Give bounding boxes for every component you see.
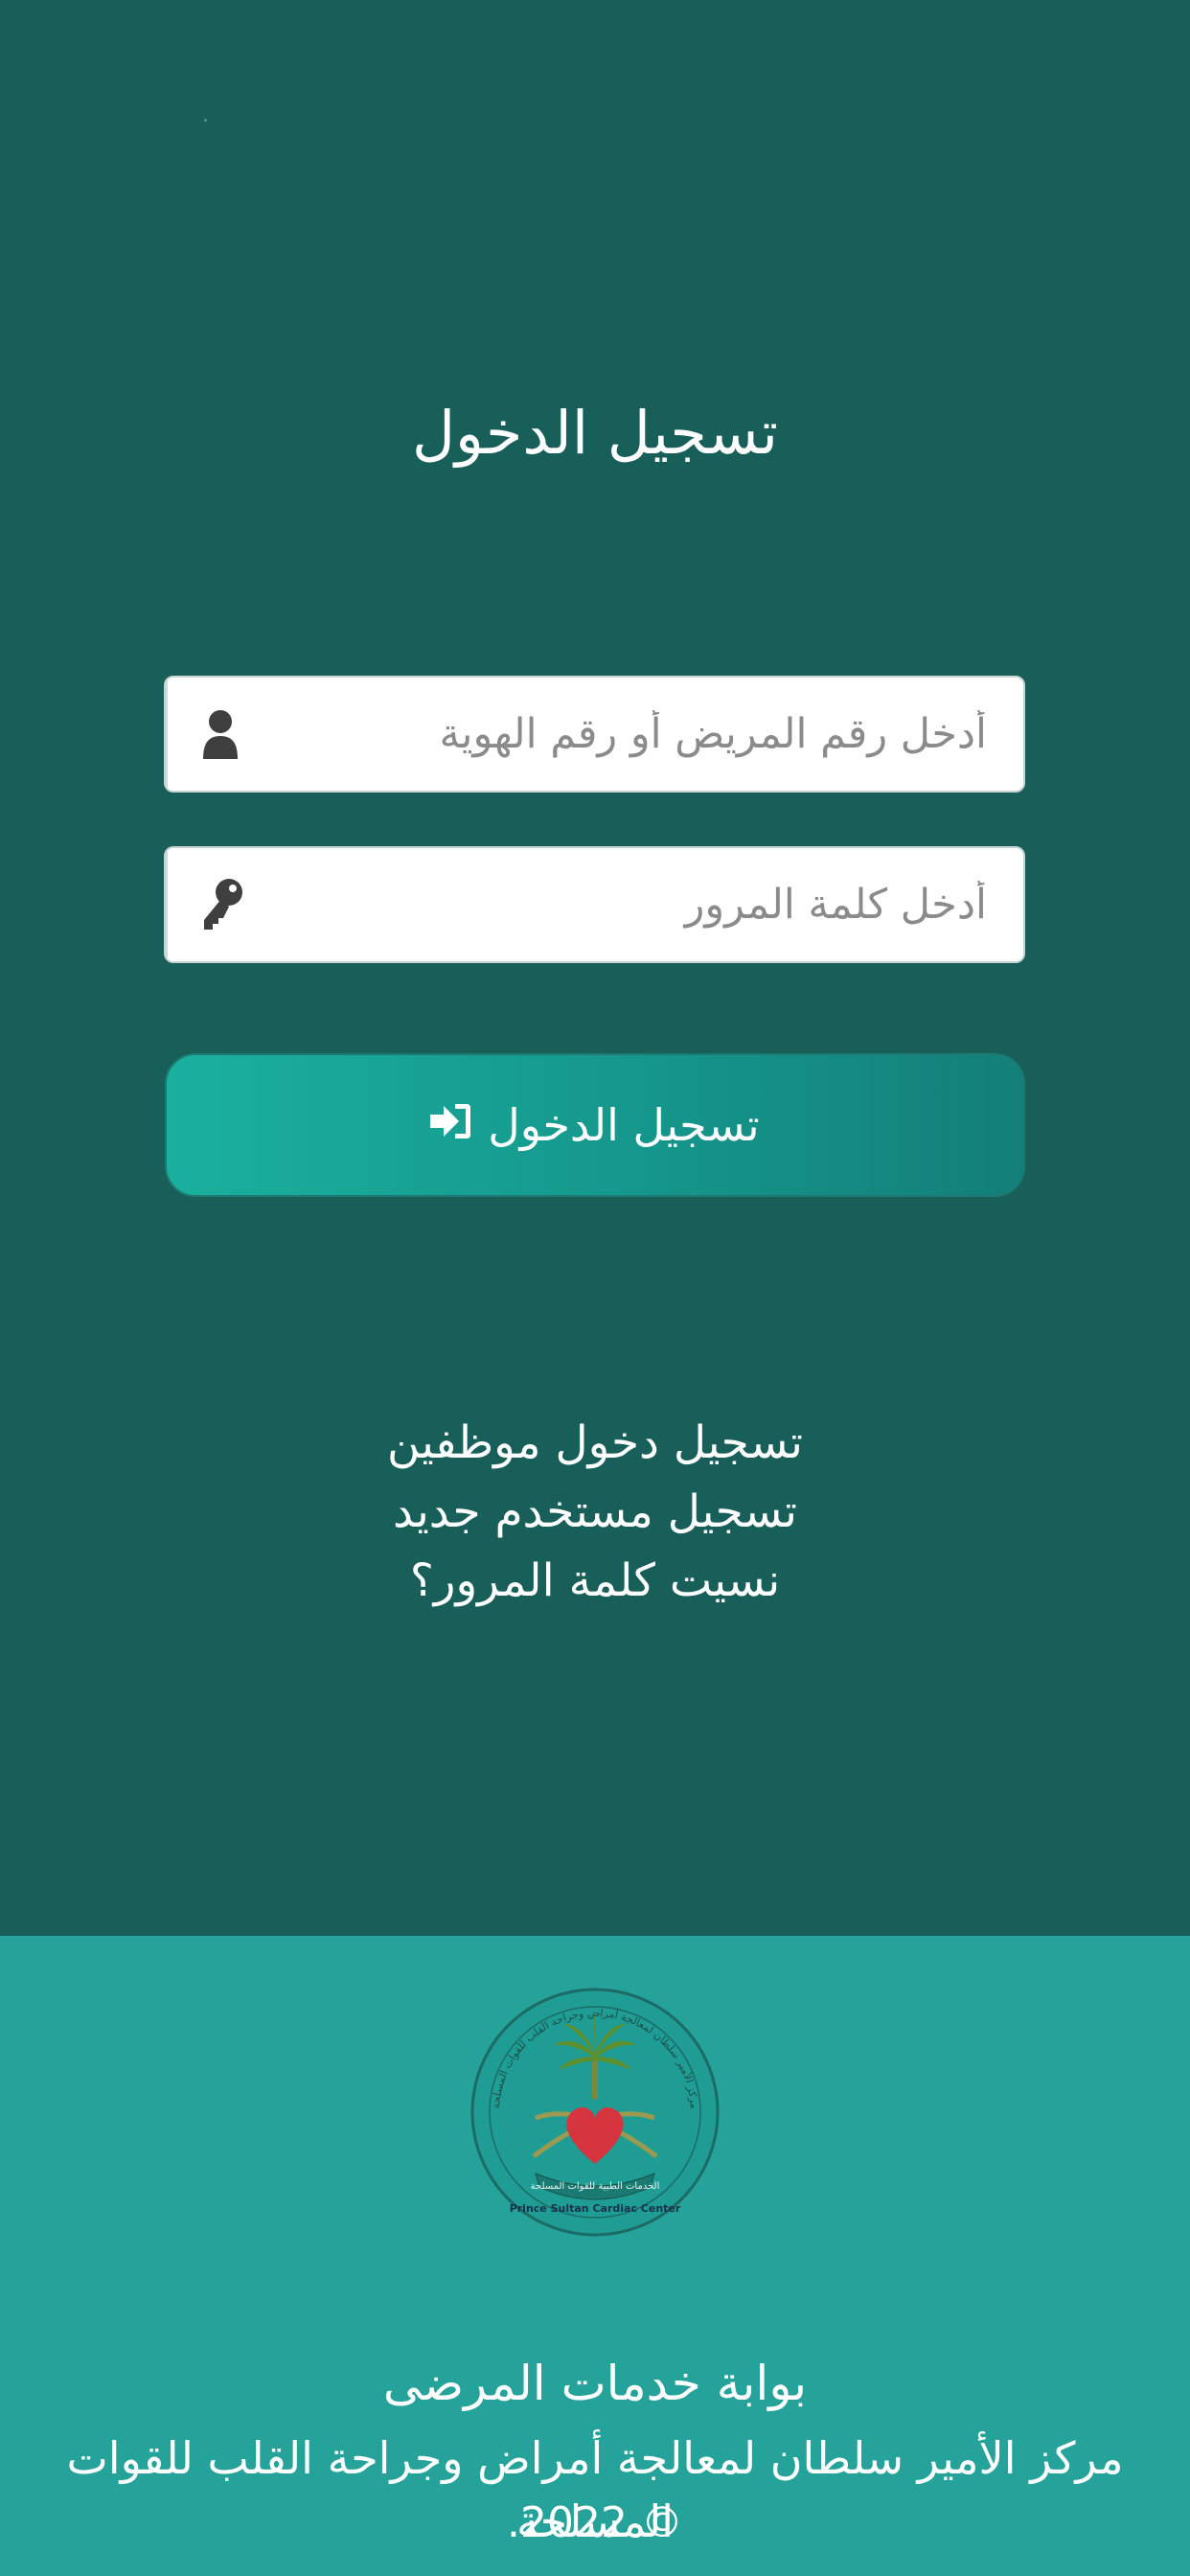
username-input[interactable] (273, 678, 1023, 791)
forgot-password-link[interactable]: نسيت كلمة المرور؟ (0, 1547, 1190, 1616)
login-button-label: تسجيل الدخول (488, 1099, 760, 1151)
username-field[interactable] (164, 676, 1025, 793)
staff-login-link[interactable]: تسجيل دخول موظفين (0, 1409, 1190, 1478)
auth-links: تسجيل دخول موظفين تسجيل مستخدم جديد نسيت… (0, 1409, 1190, 1616)
status-indicator (204, 119, 207, 122)
register-link[interactable]: تسجيل مستخدم جديد (0, 1478, 1190, 1547)
key-icon (166, 848, 277, 961)
svg-text:الخدمات الطبية للقوات المسلحة: الخدمات الطبية للقوات المسلحة (531, 2181, 660, 2192)
login-button[interactable]: تسجيل الدخول (165, 1053, 1025, 1197)
password-input[interactable] (277, 848, 1023, 961)
center-logo: مركز الأمير سلطان لمعالجة أمراض وجراحة ا… (470, 1988, 720, 2237)
portal-title: بوابة خدمات المرضى (382, 2356, 808, 2411)
password-field[interactable] (164, 846, 1025, 963)
user-icon (166, 678, 273, 791)
svg-text:Prince Sultan Cardiac Center: Prince Sultan Cardiac Center (510, 2202, 681, 2215)
login-screen: تسجيل الدخول تسجيل الدخول (0, 0, 1190, 1936)
page-title: تسجيل الدخول (411, 397, 779, 468)
copyright-text: © 2022. (507, 2498, 683, 2547)
sign-in-icon (430, 1099, 472, 1151)
